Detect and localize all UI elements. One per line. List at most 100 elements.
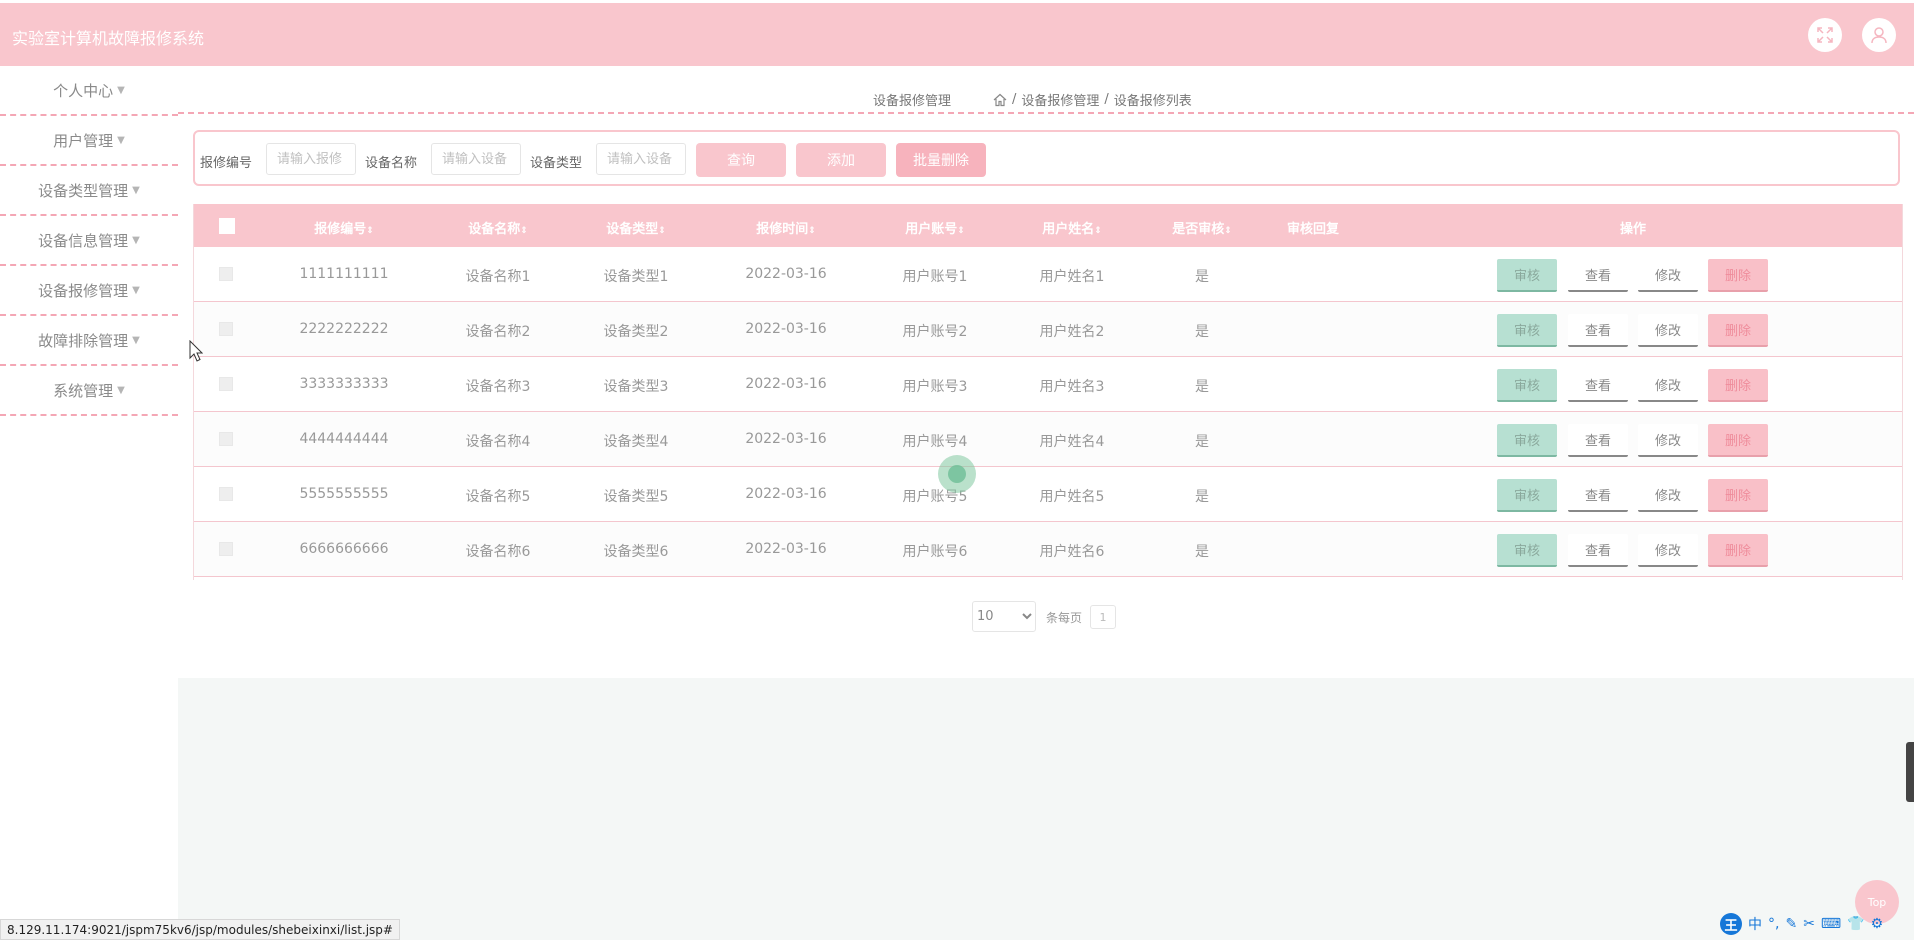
edit-button[interactable]: 修改 <box>1638 534 1698 567</box>
view-button[interactable]: 查看 <box>1568 534 1628 567</box>
cell-user-name: 用户姓名3 <box>1039 379 1105 395</box>
per-page-label: 条每页 <box>1046 611 1083 625</box>
delete-button[interactable]: 删除 <box>1708 479 1768 512</box>
sidebar-item-personal-center[interactable]: 个人中心 ▼ <box>0 66 178 116</box>
device-name-input[interactable] <box>431 143 521 175</box>
sort-icon: ⇕ <box>658 226 666 236</box>
review-button[interactable]: 审核 <box>1497 479 1557 512</box>
column-header-user-account[interactable]: 用户账号⇕ <box>905 218 965 237</box>
sidebar-item-device-info-management[interactable]: 设备信息管理 ▼ <box>0 216 178 266</box>
column-header-user-name[interactable]: 用户姓名⇕ <box>1042 218 1102 237</box>
column-header-repair-id[interactable]: 报修编号⇕ <box>314 218 374 237</box>
row-checkbox[interactable] <box>219 432 233 446</box>
side-drawer-handle[interactable] <box>1906 742 1914 802</box>
row-checkbox[interactable] <box>219 322 233 336</box>
cell-repair-id: 5555555555 <box>299 486 389 502</box>
batch-delete-button[interactable]: 批量删除 <box>896 143 986 177</box>
user-avatar-button[interactable] <box>1862 18 1896 52</box>
cell-user-name: 用户姓名2 <box>1039 324 1105 340</box>
click-indicator <box>938 455 976 493</box>
delete-button[interactable]: 删除 <box>1708 259 1768 292</box>
column-header-repair-time[interactable]: 报修时间⇕ <box>756 218 816 237</box>
edit-button[interactable]: 修改 <box>1638 369 1698 402</box>
current-page-button[interactable]: 1 <box>1090 605 1116 629</box>
breadcrumb-separator: / <box>1104 92 1109 107</box>
cell-device-type: 设备类型2 <box>603 324 669 340</box>
edit-button[interactable]: 修改 <box>1638 424 1698 457</box>
row-checkbox[interactable] <box>219 377 233 391</box>
page-title: 设备报修管理 <box>873 94 952 109</box>
sort-icon: ⇕ <box>957 226 965 236</box>
edit-button[interactable]: 修改 <box>1638 259 1698 292</box>
keyboard-icon[interactable]: ⌨ <box>1821 916 1841 932</box>
review-button[interactable]: 审核 <box>1497 424 1557 457</box>
column-header-device-type[interactable]: 设备类型⇕ <box>606 218 666 237</box>
cell-reviewed: 是 <box>1195 269 1209 285</box>
delete-button[interactable]: 删除 <box>1708 369 1768 402</box>
column-header-reviewed[interactable]: 是否审核⇕ <box>1172 218 1232 237</box>
view-button[interactable]: 查看 <box>1568 369 1628 402</box>
cell-device-name: 设备名称2 <box>465 324 531 340</box>
view-button[interactable]: 查看 <box>1568 424 1628 457</box>
review-button[interactable]: 审核 <box>1497 369 1557 402</box>
add-button[interactable]: 添加 <box>796 143 886 177</box>
cell-reviewed: 是 <box>1195 324 1209 340</box>
scissors-icon[interactable]: ✂ <box>1803 916 1815 932</box>
shirt-icon[interactable]: 👕 <box>1847 916 1864 932</box>
cell-reviewed: 是 <box>1195 379 1209 395</box>
device-type-input[interactable] <box>596 143 686 175</box>
cell-repair-id: 3333333333 <box>299 376 389 392</box>
row-checkbox[interactable] <box>219 487 233 501</box>
top-header: 实验室计算机故障报修系统 <box>0 3 1914 66</box>
sidebar-item-troubleshooting-management[interactable]: 故障排除管理 ▼ <box>0 316 178 366</box>
gear-icon[interactable]: ⚙ <box>1871 916 1884 932</box>
repair-id-input[interactable] <box>266 143 356 175</box>
column-header-device-name[interactable]: 设备名称⇕ <box>468 218 528 237</box>
review-button[interactable]: 审核 <box>1497 259 1557 292</box>
table-row: 1111111111 设备名称1 设备类型1 2022-03-16 用户账号1 … <box>194 247 1902 302</box>
view-button[interactable]: 查看 <box>1568 259 1628 292</box>
search-form: 报修编号 设备名称 设备类型 查询 添加 批量删除 <box>193 130 1900 186</box>
caret-down-icon: ▼ <box>132 284 140 296</box>
sidebar-item-repair-management[interactable]: 设备报修管理 ▼ <box>0 266 178 316</box>
cell-user-account: 用户账号3 <box>902 379 968 395</box>
cell-user-name: 用户姓名6 <box>1039 544 1105 560</box>
sidebar-item-user-management[interactable]: 用户管理 ▼ <box>0 116 178 166</box>
view-button[interactable]: 查看 <box>1568 314 1628 347</box>
edit-button[interactable]: 修改 <box>1638 479 1698 512</box>
device-name-label: 设备名称 <box>365 156 418 171</box>
pen-icon[interactable]: ✎ <box>1785 916 1797 932</box>
ime-punct-toggle[interactable]: °, <box>1768 916 1779 932</box>
home-icon[interactable] <box>993 93 1007 107</box>
ime-mode-toggle[interactable]: 中 <box>1748 914 1762 934</box>
review-button[interactable]: 审核 <box>1497 314 1557 347</box>
table-row: 4444444444 设备名称4 设备类型4 2022-03-16 用户账号4 … <box>194 412 1902 467</box>
cell-repair-id: 6666666666 <box>299 541 389 557</box>
query-button[interactable]: 查询 <box>696 143 786 177</box>
select-all-checkbox[interactable] <box>219 218 235 234</box>
row-checkbox[interactable] <box>219 267 233 281</box>
status-url: 8.129.11.174:9021/jspm75kv6/jsp/modules/… <box>0 919 400 940</box>
sort-icon: ⇕ <box>1224 226 1232 236</box>
cell-device-name: 设备名称1 <box>465 269 531 285</box>
sidebar-item-system-management[interactable]: 系统管理 ▼ <box>0 366 178 416</box>
edit-button[interactable]: 修改 <box>1638 314 1698 347</box>
mouse-cursor-icon <box>189 340 203 362</box>
sort-icon: ⇕ <box>520 226 528 236</box>
fullscreen-button[interactable] <box>1808 18 1842 52</box>
sort-icon: ⇕ <box>808 226 816 236</box>
cell-device-type: 设备类型4 <box>603 434 669 450</box>
ime-logo-icon[interactable]: 王 <box>1720 913 1742 935</box>
row-checkbox[interactable] <box>219 542 233 556</box>
delete-button[interactable]: 删除 <box>1708 534 1768 567</box>
breadcrumb-level1[interactable]: 设备报修管理 <box>1021 90 1099 109</box>
sidebar-item-device-type-management[interactable]: 设备类型管理 ▼ <box>0 166 178 216</box>
cell-user-account: 用户账号6 <box>902 544 968 560</box>
delete-button[interactable]: 删除 <box>1708 314 1768 347</box>
caret-down-icon: ▼ <box>117 84 125 96</box>
cell-device-name: 设备名称3 <box>465 379 531 395</box>
delete-button[interactable]: 删除 <box>1708 424 1768 457</box>
page-size-select[interactable]: 10 <box>972 601 1036 632</box>
review-button[interactable]: 审核 <box>1497 534 1557 567</box>
view-button[interactable]: 查看 <box>1568 479 1628 512</box>
